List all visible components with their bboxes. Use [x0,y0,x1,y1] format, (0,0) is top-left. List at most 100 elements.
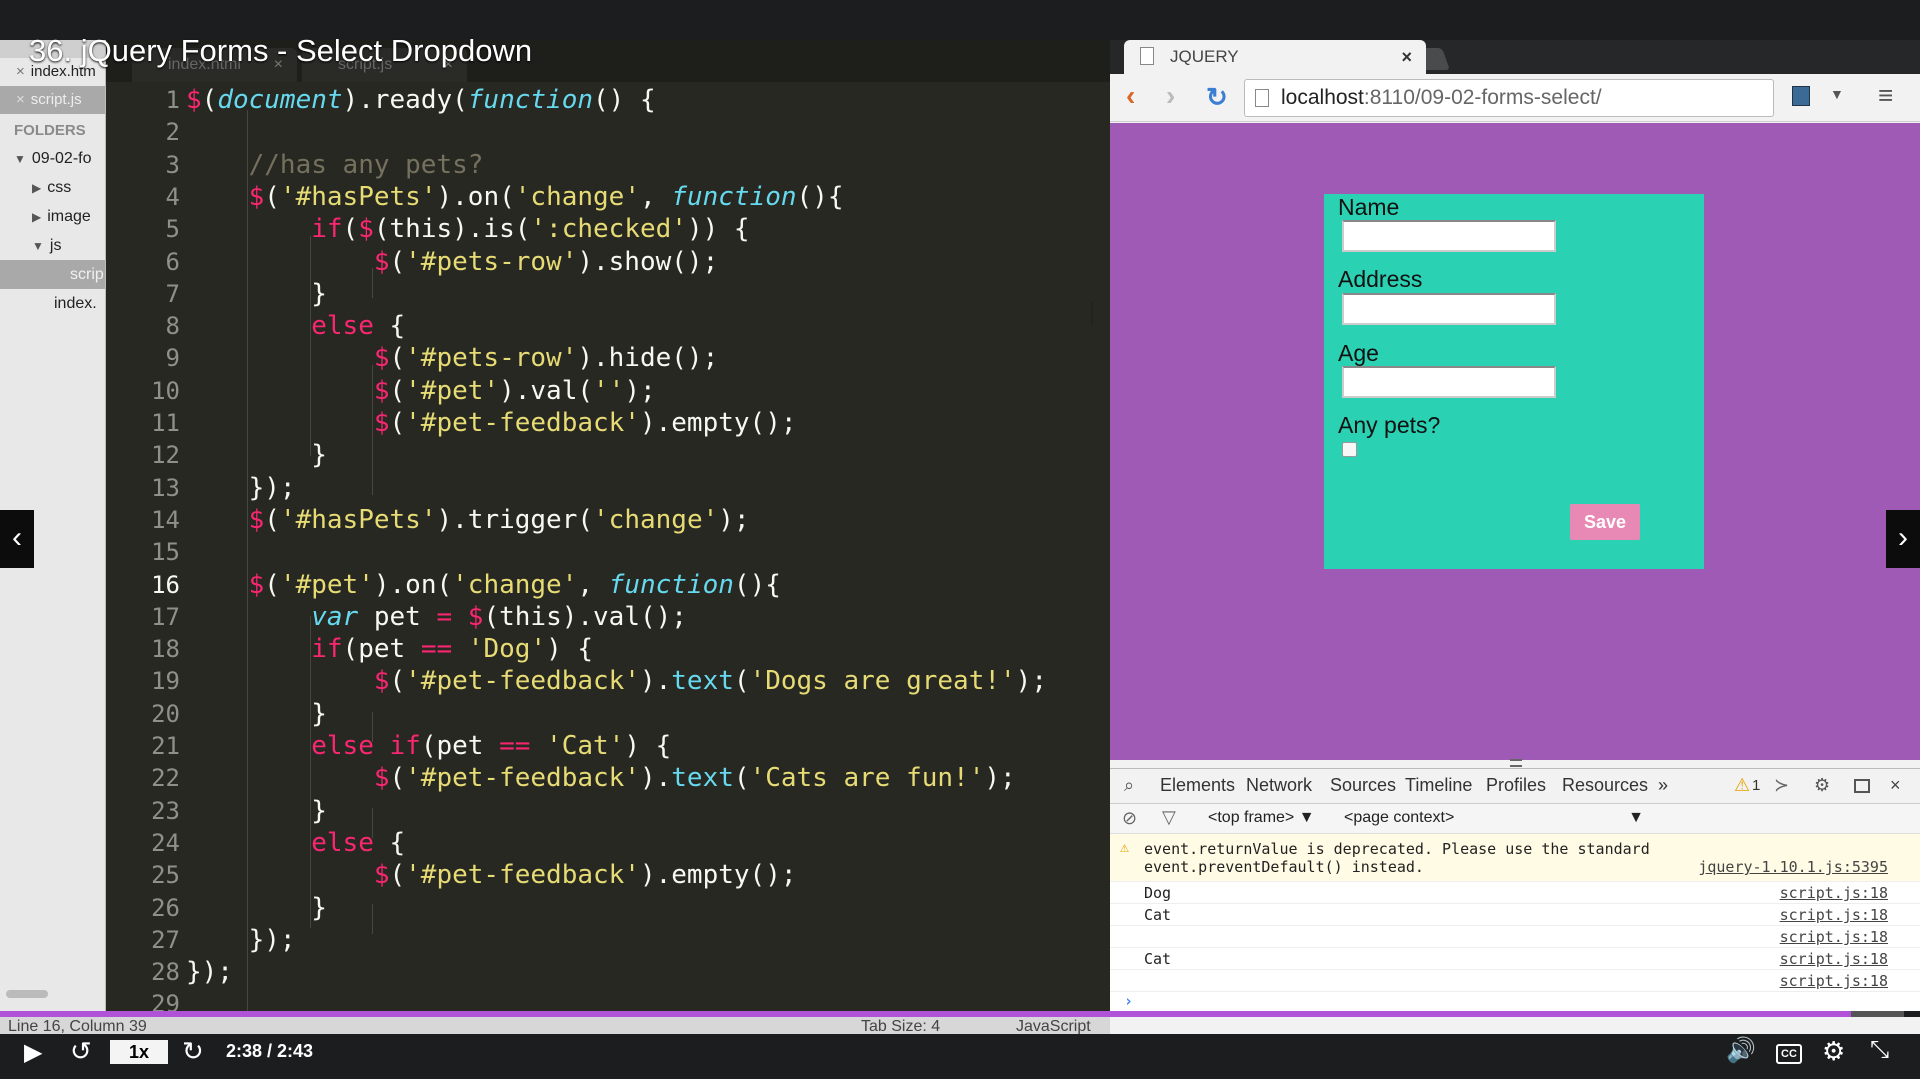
code-content[interactable]: $(document).ready(function() { //has any… [186,84,1106,1014]
context-select[interactable]: <page context> ▼ [1344,809,1644,827]
video-player: { "video": { "title": "36. jQuery Forms … [0,0,1920,1079]
tab-resources[interactable]: Resources [1562,775,1648,796]
name-input[interactable] [1342,220,1556,252]
console-warning-row: ⚠ event.returnValue is deprecated. Pleas… [1110,834,1920,882]
console-source-link[interactable]: script.js:18 [1780,928,1888,946]
page-icon [1255,89,1269,107]
console-toolbar: ⊘ ▽ <top frame> ▼ <page context> ▼ [1110,804,1920,834]
dock-icon[interactable] [1854,779,1870,793]
pets-label: Any pets? [1338,412,1441,438]
frame-select[interactable]: <top frame> ▼ [1208,809,1315,827]
settings-gear-icon[interactable]: ⚙ [1822,1036,1845,1067]
line-number: 20 [151,699,180,728]
play-icon[interactable]: ▶ [24,1038,42,1067]
tab-timeline[interactable]: Timeline [1405,775,1472,796]
filter-icon[interactable]: ▽ [1162,807,1176,828]
chevron-left-icon: ‹ [12,521,22,554]
console-drawer-icon[interactable]: ≻ [1774,775,1789,796]
dropdown-arrow-icon[interactable]: ▼ [1830,86,1844,102]
forward-icon[interactable]: › [1166,80,1175,112]
tab-sources[interactable]: Sources [1330,775,1396,796]
line-number: 5 [165,215,180,244]
save-button[interactable]: Save [1570,504,1640,540]
menu-icon[interactable]: ≡ [1878,80,1893,111]
open-file-script[interactable]: × script.js [0,86,105,114]
close-tab-icon[interactable]: × [1401,40,1412,74]
console-row: Cat script.js:18 [1110,904,1920,926]
url-path: :8110/09-02-forms-select/ [1363,86,1602,109]
line-number: 16 [151,570,180,599]
triangle-right-icon: ▶ [32,210,42,224]
line-number: 23 [151,796,180,825]
address-bar[interactable]: localhost:8110/09-02-forms-select/ [1244,79,1774,117]
console-source-link[interactable]: script.js:18 [1780,906,1888,924]
name-label: Name [1338,194,1400,220]
back-icon[interactable]: ‹ [1126,80,1135,112]
line-number: 28 [151,958,180,987]
playback-speed[interactable]: 1x [110,1040,168,1064]
console-row: Dog script.js:18 [1110,882,1920,904]
browser-tab[interactable]: JQUERY × [1124,40,1426,74]
forward-skip-icon[interactable]: ↻ [182,1036,204,1067]
splitter-handle[interactable] [1510,759,1522,767]
line-number: 21 [151,732,180,760]
line-number: 17 [151,602,180,631]
volume-icon[interactable]: 🔊 [1726,1036,1756,1065]
triangle-right-icon: ▶ [32,181,42,195]
line-number: 25 [151,861,180,890]
page-icon [1140,47,1154,65]
age-label: Age [1338,340,1379,366]
close-icon[interactable]: × [1890,775,1901,796]
gear-icon[interactable]: ⚙ [1814,775,1830,796]
sidebar-scrollbar[interactable] [6,990,48,998]
next-video-button[interactable]: › [1886,510,1920,568]
more-tabs[interactable]: » [1658,775,1668,796]
line-number: 24 [151,828,180,857]
console-row: Cat script.js:18 [1110,948,1920,970]
line-number: 6 [165,247,180,276]
tree-folder-root[interactable]: ▼ 09-02-fo [0,144,105,173]
replay-icon[interactable]: ↺ [70,1036,92,1067]
line-number: 15 [151,538,180,567]
devtools-tabbar: ⌕ Elements Network Sources Timeline Prof… [1110,768,1920,804]
age-input[interactable] [1342,366,1556,398]
tree-file-index[interactable]: index. [0,289,105,318]
url-host: localhost [1281,86,1364,109]
warning-icon[interactable]: ⚠ [1734,775,1750,796]
extension-icon[interactable] [1792,86,1810,106]
captions-icon[interactable]: CC [1776,1044,1802,1064]
line-number: 22 [151,764,180,793]
console-row: script.js:18 [1110,926,1920,948]
line-number: 3 [165,150,180,179]
console-source-link[interactable]: script.js:18 [1780,972,1888,990]
reload-icon[interactable]: ↻ [1206,82,1228,113]
warning-count: 1 [1752,777,1761,794]
clear-console-icon[interactable]: ⊘ [1122,808,1137,829]
address-input[interactable] [1342,293,1556,325]
console-prompt[interactable]: › [1110,992,1920,1012]
console-source-link[interactable]: jquery-1.10.1.js:5395 [1698,858,1888,876]
tab-elements[interactable]: Elements [1160,775,1235,796]
previous-video-button[interactable]: ‹ [0,510,34,568]
triangle-down-icon: ▼ [14,152,26,166]
tree-file-script[interactable]: scrip [0,260,105,289]
console-output: ⚠ event.returnValue is deprecated. Pleas… [1110,834,1920,1012]
line-number: 18 [151,635,180,664]
tab-profiles[interactable]: Profiles [1486,775,1546,796]
line-number: 8 [165,312,180,341]
warning-icon: ⚠ [1120,838,1130,856]
search-icon[interactable]: ⌕ [1124,775,1134,796]
tree-folder-images[interactable]: ▶ image [0,202,105,231]
tab-network[interactable]: Network [1246,775,1312,796]
line-number: 7 [165,279,180,308]
console-source-link[interactable]: script.js:18 [1780,884,1888,902]
console-source-link[interactable]: script.js:18 [1780,950,1888,968]
line-number: 9 [165,344,180,373]
tree-folder-js[interactable]: ▼ js [0,231,105,260]
line-number: 13 [151,473,180,502]
pets-checkbox[interactable] [1342,442,1357,457]
line-number: 19 [151,667,180,696]
tree-folder-css[interactable]: ▶ css [0,173,105,202]
line-number: 10 [151,376,180,405]
exit-fullscreen-icon[interactable]: ⤡ [1870,1036,1889,1064]
